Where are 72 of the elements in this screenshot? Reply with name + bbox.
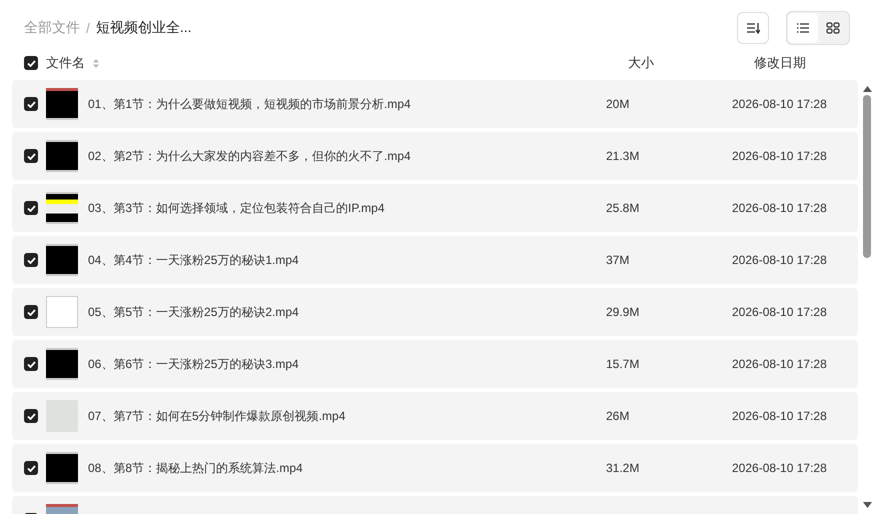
file-size: 15.7M xyxy=(606,357,640,371)
modified-date: 2026-08-10 17:28 xyxy=(732,357,828,371)
grid-view-icon xyxy=(826,22,840,34)
video-thumbnail xyxy=(46,244,78,276)
checkmark-icon xyxy=(26,308,36,316)
video-thumbnail xyxy=(46,452,78,484)
modified-date: 2026-08-10 17:28 xyxy=(732,149,828,163)
checkmark-icon xyxy=(26,412,36,420)
checkmark-icon xyxy=(26,60,36,66)
column-header: 大小 xyxy=(628,54,655,72)
modified-date: 2026-08-10 17:28 xyxy=(732,461,828,475)
video-thumbnail xyxy=(46,88,78,120)
checkmark-icon xyxy=(26,360,36,368)
checkmark-icon xyxy=(26,152,36,160)
checkbox[interactable] xyxy=(24,253,38,267)
file-size: 26M xyxy=(606,409,630,423)
checkbox[interactable] xyxy=(24,97,38,111)
file-row[interactable]: 01、第1节：为什么要做短视频，短视频的市场前景分析.mp4 20M 2026-08-10 17:28 xyxy=(12,80,858,128)
modified-date: 2026-08-10 17:28 xyxy=(732,97,828,111)
file-name[interactable]: 03、第3节：如何选择领域，定位包装符合自己的IP.mp4 xyxy=(88,200,384,216)
file-name[interactable]: 08、第8节：揭秘上热门的系统算法.mp4 xyxy=(88,460,303,476)
sort-icon xyxy=(746,22,760,34)
checkmark-icon xyxy=(26,100,36,108)
file-size: 21.3M xyxy=(606,149,640,163)
video-thumbnail xyxy=(46,192,78,224)
checkmark-icon xyxy=(26,204,36,212)
file-row[interactable]: 02、第2节：为什么大家发的内容差不多，但你的火不了.mp4 21.3M 2026-08-10 17:28 xyxy=(12,132,858,180)
file-size: 29.9M xyxy=(606,305,640,319)
scrollbar-thumb[interactable] xyxy=(863,95,871,258)
file-name[interactable]: 01、第1节：为什么要做短视频，短视频的市场前景分析.mp4 xyxy=(88,96,411,112)
checkmark-icon xyxy=(26,464,36,472)
file-name[interactable]: 06、第6节：一天涨粉25万的秘诀3.mp4 xyxy=(88,356,299,372)
video-thumbnail xyxy=(46,348,78,380)
file-row[interactable]: 03、第3节：如何选择领域，定位包装符合自己的IP.mp4 25.8M 2026-08-10 17:28 xyxy=(12,184,858,232)
checkbox[interactable] xyxy=(24,305,38,319)
file-row[interactable]: 04、第4节：一天涨粉25万的秘诀1.mp4 37M 2026-08-10 17:28 xyxy=(12,236,858,284)
scroll-down-icon xyxy=(862,502,872,508)
file-size: 31.2M xyxy=(606,461,640,475)
file-row[interactable]: 08、第8节：揭秘上热门的系统算法.mp4 31.2M 2026-08-10 17:28 xyxy=(12,444,858,492)
file-name[interactable]: 07、第7节：如何在5分钟制作爆款原创视频.mp4 xyxy=(88,408,346,424)
file-row[interactable]: 06、第6节：一天涨粉25万的秘诀3.mp4 15.7M 2026-08-10 17:28 xyxy=(12,340,858,388)
file-row[interactable]: 07、第7节：如何在5分钟制作爆款原创视频.mp4 26M 2026-08-10 17:28 xyxy=(12,392,858,440)
file-size: 37M xyxy=(606,253,630,267)
video-thumbnail xyxy=(46,296,78,328)
view-button[interactable] xyxy=(788,13,818,43)
file-name[interactable]: 02、第2节：为什么大家发的内容差不多，但你的火不了.mp4 xyxy=(88,148,411,164)
video-thumbnail xyxy=(46,400,78,432)
checkmark-icon xyxy=(26,256,36,264)
file-name[interactable]: 05、第5节：一天涨粉25万的秘诀2.mp4 xyxy=(88,304,299,320)
scroll-up-icon xyxy=(862,86,872,92)
breadcrumb-separator: / xyxy=(86,20,90,36)
sort-arrows-icon xyxy=(93,58,99,68)
file-name[interactable]: 04、第4节：一天涨粉25万的秘诀1.mp4 xyxy=(88,252,299,268)
checkbox[interactable] xyxy=(24,409,38,423)
checkbox[interactable] xyxy=(24,149,38,163)
column-header: 修改日期 xyxy=(754,54,807,72)
checkbox[interactable] xyxy=(24,201,38,215)
checkbox[interactable] xyxy=(24,461,38,475)
file-size: 20M xyxy=(606,97,630,111)
sort-button[interactable] xyxy=(737,12,769,44)
file-size: 25.8M xyxy=(606,201,640,215)
modified-date: 2026-08-10 17:28 xyxy=(732,409,828,423)
list-view-icon xyxy=(796,22,810,34)
modified-date: 2026-08-10 17:28 xyxy=(732,201,828,215)
file-row[interactable]: 05、第5节：一天涨粉25万的秘诀2.mp4 29.9M 2026-08-10 17:28 xyxy=(12,288,858,336)
checkbox[interactable] xyxy=(24,357,38,371)
video-thumbnail xyxy=(46,140,78,172)
modified-date: 2026-08-10 17:28 xyxy=(732,305,828,319)
breadcrumb-link[interactable]: 短视频创业全... xyxy=(96,19,192,37)
column-header[interactable]: 文件名 xyxy=(46,54,85,72)
checkbox[interactable] xyxy=(24,56,38,70)
modified-date: 2026-08-10 17:28 xyxy=(732,253,828,267)
